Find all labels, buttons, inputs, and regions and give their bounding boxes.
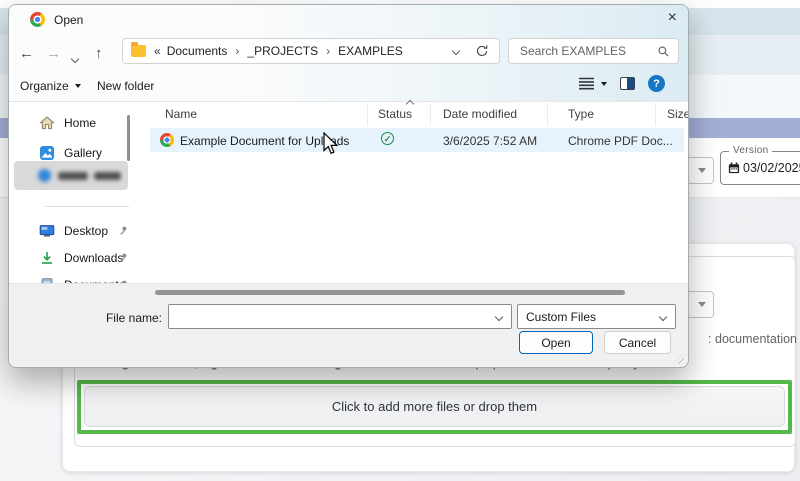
organize-label: Organize [20, 79, 69, 93]
recent-locations-button[interactable] [70, 51, 80, 65]
breadcrumb-prefix: « [154, 44, 161, 58]
file-type-value: Custom Files [526, 309, 597, 324]
mouse-cursor [323, 132, 339, 155]
view-options-button[interactable] [579, 77, 607, 90]
file-name-combo [168, 304, 512, 329]
toolbar-separator [9, 101, 688, 102]
sidebar-item-label: Home [64, 116, 97, 130]
column-header-type[interactable]: Type [568, 107, 594, 121]
column-header-size[interactable]: Size [667, 107, 688, 121]
new-folder-label: New folder [97, 79, 155, 93]
back-button[interactable]: ← [19, 45, 34, 62]
folder-icon [131, 42, 146, 57]
cancel-button[interactable]: Cancel [604, 331, 671, 354]
blurred-text [58, 172, 88, 180]
gallery-icon [40, 146, 54, 160]
resize-grip[interactable] [673, 353, 684, 364]
column-divider [547, 103, 548, 126]
version-date-field[interactable]: 03/02/2025 [720, 151, 800, 185]
blurred-text [94, 172, 121, 180]
column-divider [367, 103, 368, 126]
chrome-icon [30, 12, 45, 27]
breadcrumb-projects[interactable]: _PROJECTS [247, 44, 318, 58]
cloud-account-icon [38, 169, 51, 182]
chevron-down-icon [74, 84, 81, 88]
sidebar-item-label: Gallery [64, 146, 103, 160]
screen: 03/02/2025 Version : documentation indic… [0, 0, 800, 481]
dialog-title: Open [54, 13, 84, 27]
sidebar-item-onedrive-blurred[interactable] [14, 161, 128, 190]
chevron-down-icon [70, 54, 80, 64]
sidebar-divider [45, 206, 129, 207]
column-header-date-modified[interactable]: Date modified [443, 107, 517, 121]
pin-icon [120, 253, 127, 262]
refresh-icon[interactable] [475, 44, 489, 58]
column-header-name[interactable]: Name [165, 107, 197, 121]
preview-pane-icon[interactable] [620, 77, 635, 90]
version-label: Version [729, 145, 773, 156]
column-divider [430, 103, 431, 126]
search-icon [658, 45, 669, 56]
breadcrumb-examples[interactable]: EXAMPLES [338, 44, 403, 58]
sidebar-item-desktop[interactable]: Desktop [39, 221, 108, 241]
file-date-modified: 3/6/2025 7:52 AM [443, 134, 538, 148]
add-files-dropzone[interactable]: Click to add more files or drop them [84, 386, 785, 427]
home-icon [39, 116, 55, 130]
pin-icon [120, 226, 127, 235]
green-annotation-box: Click to add more files or drop them [77, 380, 792, 434]
address-dropdown-icon[interactable] [451, 46, 461, 56]
desktop-icon [39, 225, 55, 237]
file-type-select[interactable]: Custom Files [517, 304, 676, 329]
address-bar[interactable]: « Documents › _PROJECTS › EXAMPLES [122, 38, 500, 64]
sidebar-item-label: Downloads [64, 251, 124, 265]
downloads-icon [42, 252, 52, 264]
chevron-down-icon [601, 81, 607, 86]
search-input[interactable] [518, 43, 657, 59]
chevron-down-icon [698, 168, 706, 173]
help-icon[interactable]: ? [648, 75, 665, 92]
sidebar-item-home[interactable]: Home [39, 113, 96, 133]
chevron-down-icon [658, 312, 668, 322]
column-header-status[interactable]: Status [378, 107, 412, 121]
breadcrumb-separator: › [235, 44, 240, 58]
close-icon[interactable]: × [668, 10, 677, 26]
status-synced-icon: ✓ [381, 132, 394, 145]
open-button[interactable]: Open [519, 331, 593, 354]
documentation-text-fragment: : documentation [708, 332, 797, 346]
chevron-down-icon [698, 302, 706, 307]
breadcrumb-separator: › [326, 44, 331, 58]
horizontal-scrollbar[interactable] [155, 290, 625, 295]
list-view-icon [579, 77, 594, 90]
search-box [508, 38, 679, 64]
sidebar-scrollbar[interactable] [127, 115, 130, 161]
up-button[interactable]: ↑ [95, 45, 103, 62]
new-folder-button[interactable]: New folder [97, 79, 154, 93]
open-file-dialog: Open × ← → ↑ « Documents › _PROJECTS › E… [8, 4, 689, 368]
organize-button[interactable]: Organize [20, 79, 81, 93]
calendar-icon [728, 162, 740, 174]
file-name-input[interactable] [169, 305, 511, 328]
column-divider [655, 103, 656, 126]
chrome-file-icon [160, 133, 174, 147]
dialog-footer: File name: Custom Files Open Cancel [9, 283, 688, 367]
sidebar-item-label: Desktop [64, 224, 109, 238]
file-type: Chrome PDF Doc... [568, 134, 673, 148]
version-value: 03/02/2025 [743, 161, 800, 175]
file-name-label: File name: [105, 311, 162, 325]
sidebar-item-downloads[interactable]: Downloads [39, 248, 123, 268]
forward-button[interactable]: → [46, 45, 61, 62]
breadcrumb-documents[interactable]: Documents [167, 44, 228, 58]
sidebar-item-gallery[interactable]: Gallery [39, 143, 102, 163]
